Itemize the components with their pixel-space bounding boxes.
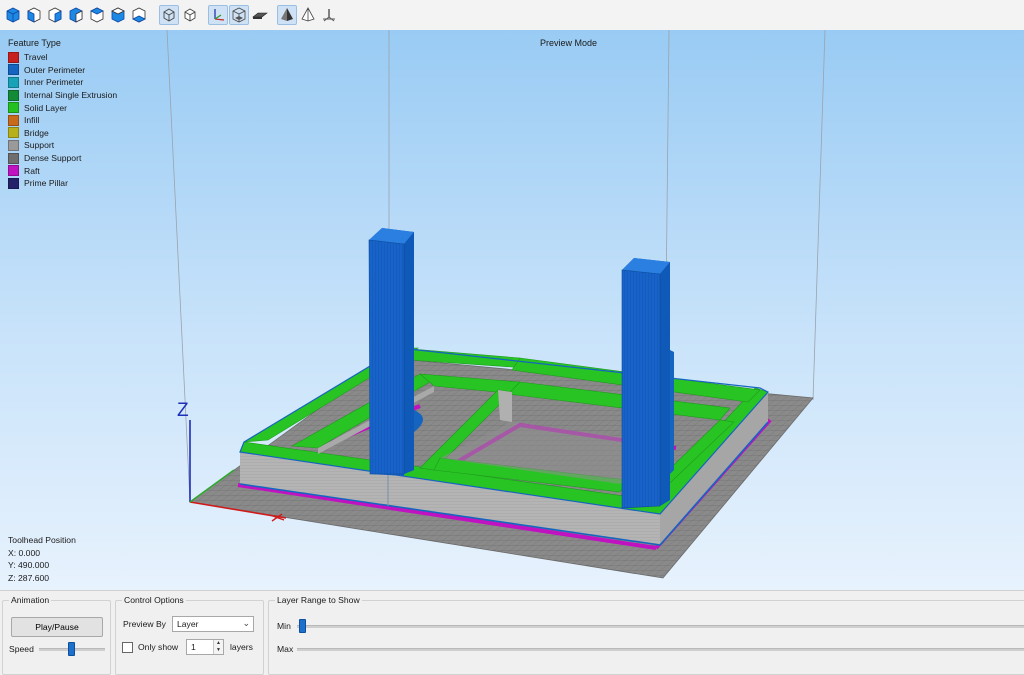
preview-controls-panel: Animation Play/Pause Speed Control Optio… [0, 590, 1024, 675]
only-show-checkbox[interactable] [122, 642, 133, 653]
legend-swatch [8, 177, 19, 189]
min-label: Min [277, 621, 291, 631]
view-back-icon[interactable] [45, 5, 65, 25]
animation-group: Animation Play/Pause Speed [2, 595, 111, 675]
feature-type-legend: Feature Type Travel Outer Perimeter Inner … [8, 38, 117, 190]
preview-by-label: Preview By [123, 619, 166, 629]
origin-icon[interactable] [319, 5, 339, 25]
legend-label: Infill [24, 115, 40, 126]
legend-item: Inner Perimeter [8, 76, 117, 89]
chevron-down-icon: ⌄ [242, 618, 250, 628]
preview-viewport[interactable]: Z Feature Type Travel Outer Perimeter Inne… [0, 30, 1024, 590]
legend-title: Feature Type [8, 38, 61, 48]
play-pause-button[interactable]: Play/Pause [11, 617, 103, 637]
min-slider-thumb[interactable] [299, 619, 306, 633]
legend-item: Support [8, 139, 117, 152]
layer-range-group: Layer Range to Show Min Max [268, 595, 1024, 675]
legend-swatch [8, 76, 19, 88]
only-show-label: Only show [138, 642, 179, 652]
view-right-icon[interactable] [87, 5, 107, 25]
layers-label: layers [230, 642, 253, 652]
legend-item: Dense Support [8, 152, 117, 165]
build-volume-toggle-icon[interactable] [229, 5, 249, 25]
legend-swatch [8, 152, 19, 164]
z-axis-label: Z [177, 400, 189, 421]
wireframe-icon[interactable] [298, 5, 318, 25]
layer-range-title: Layer Range to Show [275, 595, 362, 605]
bed-toggle-icon[interactable] [250, 5, 270, 25]
print-preview-scene: Z [166, 30, 826, 579]
legend-swatch [8, 139, 19, 151]
min-slider-track[interactable] [297, 625, 1024, 628]
preview-mode-label: Preview Mode [540, 38, 598, 48]
preview-by-value: Layer [177, 619, 199, 629]
legend-item: Bridge [8, 127, 117, 140]
inner-wall-mid [498, 390, 512, 422]
speed-slider-thumb[interactable] [68, 642, 75, 656]
tower-right [621, 258, 674, 509]
legend-swatch [8, 165, 19, 177]
perspective-icon[interactable] [180, 5, 200, 25]
legend-item: Travel [8, 51, 117, 64]
legend-swatch [8, 51, 19, 63]
max-slider-track[interactable] [297, 648, 1024, 651]
max-label: Max [277, 644, 294, 654]
layers-value: 1 [191, 642, 196, 652]
toolhead-title: Toolhead Position [8, 535, 76, 545]
control-options-title: Control Options [122, 595, 186, 605]
legend-label: Bridge [24, 127, 49, 138]
toolhead-position: Toolhead Position X: 0.000 Y: 490.000 Z:… [8, 534, 76, 584]
legend-item: Infill [8, 114, 117, 127]
legend-item: Prime Pillar [8, 177, 117, 190]
view-front-icon[interactable] [24, 5, 44, 25]
legend-label: Solid Layer [24, 102, 67, 113]
toolhead-x: X: 0.000 [8, 547, 41, 558]
legend-label: Dense Support [24, 153, 82, 164]
toolhead-y: Y: 490.000 [8, 560, 50, 571]
view-left-icon[interactable] [66, 5, 86, 25]
legend-label: Support [24, 140, 55, 151]
animation-title: Animation [9, 595, 52, 605]
legend-label: Outer Perimeter [24, 64, 86, 75]
view-bottom-icon[interactable] [129, 5, 149, 25]
legend-swatch [8, 114, 19, 126]
legend-label: Travel [24, 52, 48, 63]
speed-label: Speed [9, 644, 34, 654]
view-iso-front-icon[interactable] [3, 5, 23, 25]
control-options-group: Control Options Preview By Layer ⌄ Only … [115, 595, 264, 675]
legend-swatch [8, 102, 19, 114]
preview-by-select[interactable]: Layer ⌄ [172, 616, 254, 632]
orthographic-icon[interactable] [159, 5, 179, 25]
legend-item: Raft [8, 164, 117, 177]
legend-label: Prime Pillar [24, 178, 68, 189]
legend-item: Outer Perimeter [8, 64, 117, 77]
model-shading-icon[interactable] [277, 5, 297, 25]
legend-swatch [8, 64, 19, 76]
spin-arrows-icon[interactable]: ▲ ▼ [213, 640, 223, 654]
legend-swatch [8, 89, 19, 101]
toolhead-z: Z: 287.600 [8, 572, 50, 583]
view-toolbar [0, 0, 1024, 31]
legend-label: Raft [24, 165, 40, 176]
legend-item: Internal Single Extrusion [8, 89, 117, 102]
axes-toggle-icon[interactable] [208, 5, 228, 25]
layers-spinbox[interactable]: 1 ▲ ▼ [186, 639, 224, 655]
legend-label: Inner Perimeter [24, 77, 84, 88]
legend-item: Solid Layer [8, 101, 117, 114]
legend-label: Internal Single Extrusion [24, 90, 118, 101]
legend-swatch [8, 127, 19, 139]
view-top-icon[interactable] [108, 5, 128, 25]
